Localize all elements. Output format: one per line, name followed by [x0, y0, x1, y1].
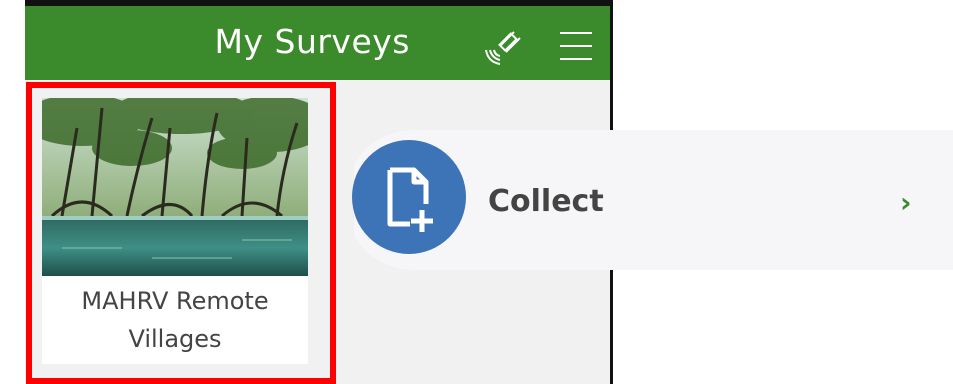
chevron-right-icon: ›	[900, 186, 912, 219]
survey-name-line: MAHRV Remote	[81, 287, 269, 315]
survey-thumbnail	[42, 98, 308, 276]
new-document-icon	[387, 167, 433, 232]
app-header: My Surveys	[25, 0, 610, 80]
satellite-icon[interactable]	[480, 26, 524, 70]
page-title: My Surveys	[214, 22, 410, 61]
menu-icon[interactable]	[558, 28, 594, 64]
survey-tile[interactable]: MAHRV Remote Villages	[42, 98, 308, 364]
collect-icon-badge	[352, 140, 466, 254]
survey-name: MAHRV Remote Villages	[42, 282, 308, 358]
survey-name-line: Villages	[128, 325, 222, 353]
collect-label: Collect	[488, 184, 604, 219]
